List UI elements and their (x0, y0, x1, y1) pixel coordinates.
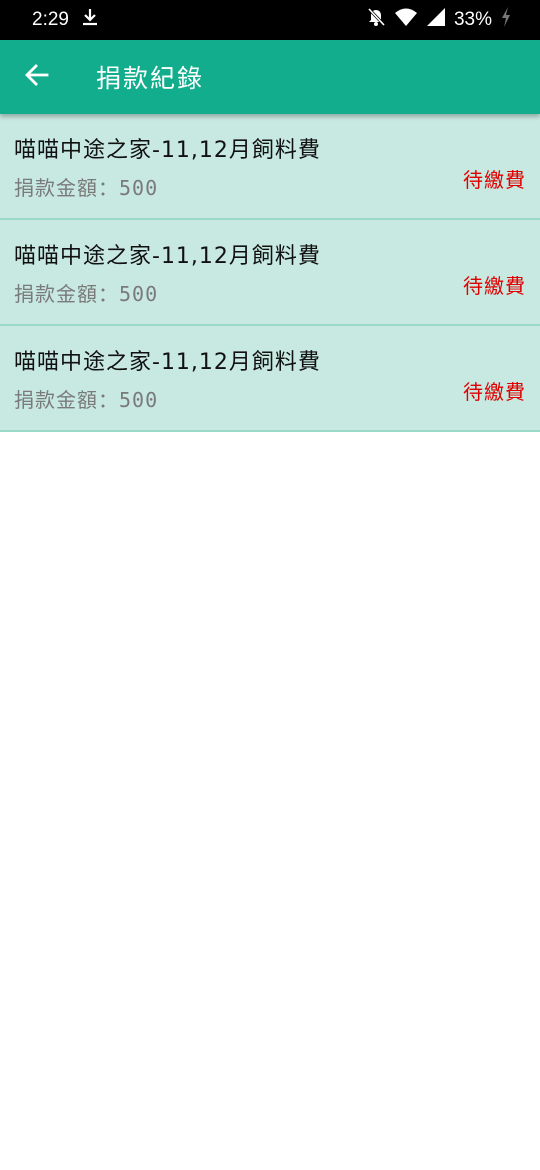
donation-amount: 捐款金額：500 (14, 282, 159, 306)
signal-icon (426, 7, 446, 33)
status-badge: 待繳費 (463, 274, 526, 298)
bell-off-icon (366, 7, 386, 33)
status-time: 2:29 (32, 9, 69, 30)
page-title: 捐款紀錄 (96, 64, 205, 93)
donation-amount: 捐款金額：500 (14, 176, 159, 200)
download-icon (81, 7, 99, 33)
donation-item[interactable]: 喵喵中途之家-11,12月飼料費 捐款金額：500 待繳費 (0, 114, 540, 220)
battery-percent: 33% (453, 9, 492, 30)
donation-title: 喵喵中途之家-11,12月飼料費 (14, 350, 321, 375)
donation-item[interactable]: 喵喵中途之家-11,12月飼料費 捐款金額：500 待繳費 (0, 220, 540, 326)
battery-charging-icon (500, 6, 512, 34)
donation-amount: 捐款金額：500 (14, 388, 159, 412)
wifi-icon (394, 7, 418, 33)
status-badge: 待繳費 (463, 168, 526, 192)
arrow-left-icon (24, 62, 50, 92)
status-right: 33% (366, 6, 512, 34)
donation-item[interactable]: 喵喵中途之家-11,12月飼料費 捐款金額：500 待繳費 (0, 326, 540, 432)
status-left: 2:29 (32, 7, 99, 33)
donation-title: 喵喵中途之家-11,12月飼料費 (14, 138, 321, 163)
status-badge: 待繳費 (463, 380, 526, 404)
status-bar: 2:29 33% (0, 0, 540, 40)
donation-list: 喵喵中途之家-11,12月飼料費 捐款金額：500 待繳費 喵喵中途之家-11,… (0, 114, 540, 432)
donation-title: 喵喵中途之家-11,12月飼料費 (14, 244, 321, 269)
back-button[interactable] (0, 40, 74, 114)
app-bar: 捐款紀錄 (0, 40, 540, 114)
